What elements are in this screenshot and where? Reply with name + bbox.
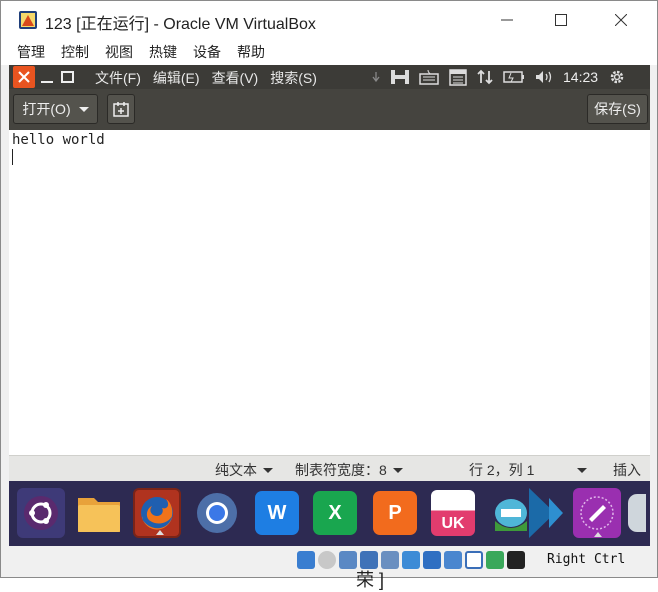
recording-icon[interactable] (444, 551, 462, 569)
system-tray: 14:23 (371, 67, 626, 87)
text-cursor (12, 149, 13, 165)
network-icon[interactable] (477, 69, 493, 85)
chevron-down-icon (577, 467, 587, 473)
position-label: 行 2，列 1 (469, 462, 535, 478)
running-indicator-icon (156, 530, 164, 535)
keyboard-icon[interactable] (419, 69, 439, 85)
wps-writer-letter: W (267, 501, 287, 524)
text-line-1: hello world (12, 132, 105, 148)
guest-display[interactable]: 文件(F) 编辑(E) 查看(V) 搜索(S) 14:23 打开(O) 保存(S… (9, 65, 650, 546)
host-menubar: 管理 控制 视图 热键 设备 帮助 (1, 39, 657, 65)
input-method-icon[interactable] (391, 70, 409, 84)
editor-statusbar: 纯文本 制表符宽度：8 行 2，列 1 插入 (9, 455, 650, 482)
folder-icon (78, 498, 120, 532)
battery-icon[interactable] (503, 70, 525, 84)
gear-icon[interactable] (608, 68, 626, 86)
firefox-logo-icon (141, 497, 173, 530)
background-text-fragment: 荣 ] (356, 570, 385, 590)
menu-manage[interactable]: 管理 (13, 42, 49, 62)
cpu-icon[interactable] (465, 551, 483, 569)
chromium-icon[interactable] (193, 488, 241, 538)
wps-writer-icon[interactable]: W (253, 488, 301, 538)
installer-logo-icon (495, 499, 527, 531)
new-document-icon (113, 102, 129, 117)
window-title: 123 [正在运行] - Oracle VM VirtualBox (45, 16, 316, 33)
guest-top-panel: 文件(F) 编辑(E) 查看(V) 搜索(S) 14:23 (9, 65, 650, 89)
save-label: 保存(S) (594, 101, 641, 117)
close-icon (615, 14, 627, 26)
close-icon (18, 71, 30, 83)
menu-hotkey[interactable]: 热键 (145, 42, 181, 62)
shared-folder-icon[interactable] (402, 551, 420, 569)
software-center-icon[interactable]: UK (429, 488, 477, 538)
guest-additions-icon[interactable] (486, 551, 504, 569)
save-button[interactable]: 保存(S) (587, 94, 648, 124)
guest-menu-view[interactable]: 查看(V) (212, 68, 259, 88)
app-close-button[interactable] (13, 66, 35, 88)
wps-spreadsheet-icon[interactable]: X (311, 488, 359, 538)
open-button[interactable]: 打开(O) (13, 94, 98, 124)
editor-toolbar: 打开(O) 保存(S) (9, 89, 650, 130)
hard-disk-icon[interactable] (297, 551, 315, 569)
menu-help[interactable]: 帮助 (233, 42, 269, 62)
syntax-label: 纯文本 (215, 462, 257, 478)
menu-view[interactable]: 视图 (101, 42, 137, 62)
close-button[interactable] (595, 1, 647, 39)
clock[interactable]: 14:23 (563, 69, 598, 85)
ubuntu-icon[interactable] (17, 488, 65, 538)
host-key-label: Right Ctrl (547, 552, 626, 567)
guest-menu-file[interactable]: 文件(F) (95, 68, 141, 88)
menu-control[interactable]: 控制 (57, 42, 93, 62)
text-editor-area[interactable]: hello world (9, 130, 650, 455)
title-bar[interactable]: 123 [正在运行] - Oracle VM VirtualBox (1, 1, 657, 39)
optical-drive-icon[interactable] (318, 551, 336, 569)
chromium-logo-icon (197, 493, 237, 533)
minimize-icon[interactable] (41, 70, 53, 84)
virtualbox-window: 123 [正在运行] - Oracle VM VirtualBox 管理 控制 … (0, 0, 658, 578)
volume-icon[interactable] (535, 70, 553, 84)
wps-presentation-letter: P (388, 501, 402, 524)
minimize-icon (501, 19, 513, 21)
virtualbox-app-icon (19, 11, 37, 29)
ubuntu-logo-icon (24, 496, 58, 530)
menu-devices[interactable]: 设备 (189, 42, 225, 62)
launcher-dock: W X P UK (9, 481, 650, 546)
text-editor-icon[interactable] (573, 488, 621, 538)
tab-width-label: 制表符宽度：8 (295, 462, 387, 478)
display-icon[interactable] (423, 551, 441, 569)
chevron-down-icon (263, 467, 273, 473)
maximize-button[interactable] (535, 1, 587, 39)
wps-presentation-icon[interactable]: P (371, 488, 419, 538)
guest-menu-edit[interactable]: 编辑(E) (153, 68, 200, 88)
insert-mode-selector[interactable]: 插入 (577, 460, 641, 480)
running-indicator-icon (594, 532, 602, 537)
restore-icon[interactable] (61, 70, 74, 84)
host-statusbar: Right Ctrl (1, 546, 657, 577)
syntax-selector[interactable]: 纯文本 (215, 460, 273, 480)
new-document-button[interactable] (107, 94, 135, 124)
maximize-icon (555, 14, 567, 26)
installer-icon[interactable] (487, 488, 535, 538)
partial-icon[interactable] (623, 488, 650, 538)
kylin-arrow-icon[interactable] (529, 488, 575, 538)
insert-mode-label: 插入 (613, 462, 641, 478)
wps-spreadsheet-letter: X (328, 501, 342, 524)
open-label: 打开(O) (22, 101, 71, 117)
chevron-down-icon (78, 106, 89, 112)
software-center-label: UK (441, 515, 465, 532)
kylin-logo-icon (529, 488, 563, 538)
minimize-button[interactable] (481, 1, 533, 39)
pencil-icon (580, 496, 614, 530)
cursor-position[interactable]: 行 2，列 1 (469, 460, 534, 480)
firefox-icon[interactable] (133, 488, 181, 538)
keyboard-capture-icon[interactable] (507, 551, 525, 569)
scroll-arrow-icon (372, 72, 380, 82)
guest-menu-search[interactable]: 搜索(S) (270, 68, 317, 88)
calendar-icon[interactable] (449, 68, 467, 86)
audio-icon[interactable] (339, 551, 357, 569)
tab-width-selector[interactable]: 制表符宽度：8 (295, 460, 403, 480)
files-icon[interactable] (75, 488, 123, 538)
chevron-down-icon (392, 467, 403, 473)
